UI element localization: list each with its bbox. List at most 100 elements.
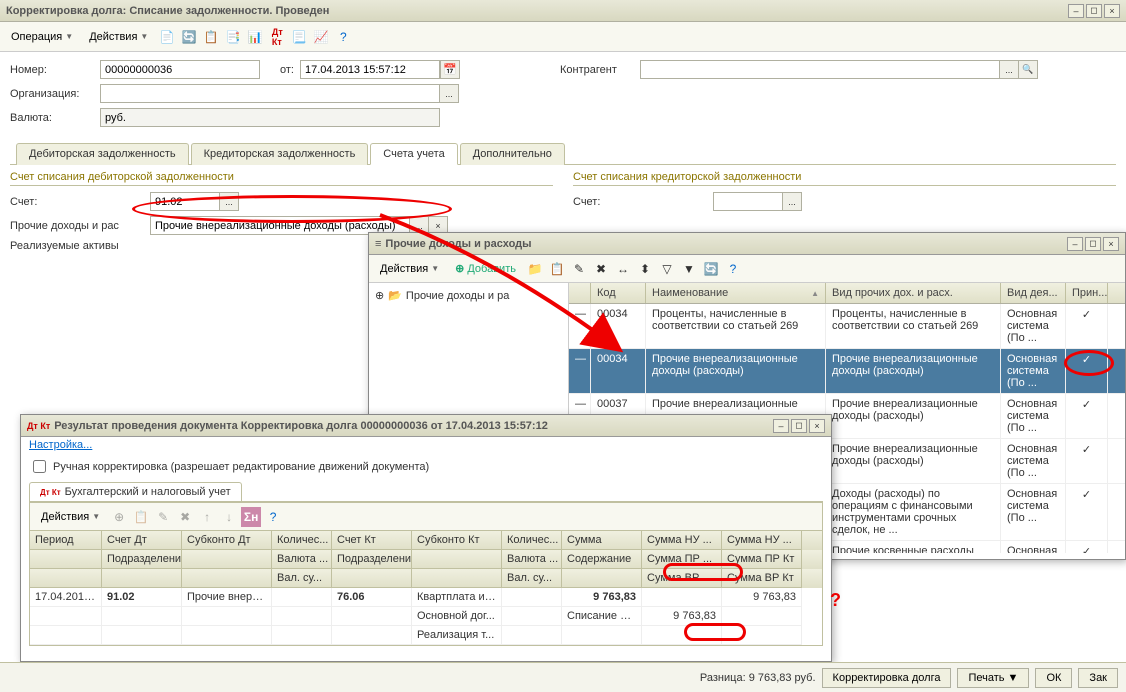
ref-actions-menu[interactable]: Действия▼ xyxy=(373,259,446,279)
debt-adj-button[interactable]: Корректировка долга xyxy=(822,668,952,688)
date-input[interactable] xyxy=(300,60,440,79)
ref-edit-icon[interactable]: ✎ xyxy=(569,259,589,279)
actions-menu[interactable]: Действия▼ xyxy=(82,27,155,47)
mvh-deptkt[interactable]: Подразделение Кт xyxy=(332,550,412,569)
mvh-valsum[interactable]: Вал. су... xyxy=(272,569,332,588)
refresh-icon[interactable]: 🔄 xyxy=(179,27,199,47)
debit-account-select[interactable]: ... xyxy=(219,192,239,211)
mvh-sumvr[interactable]: Сумма ВР ... xyxy=(642,569,722,588)
debit-account-input[interactable] xyxy=(150,192,220,211)
close-button[interactable]: × xyxy=(1104,4,1120,18)
mvh-qty2[interactable]: Количес... xyxy=(502,531,562,550)
res-close[interactable]: × xyxy=(809,419,825,433)
ref-row[interactable]: —00034Проценты, начисленные в соответств… xyxy=(569,304,1125,349)
operation-menu[interactable]: Операция▼ xyxy=(4,27,80,47)
counterparty-search[interactable]: 🔍 xyxy=(1018,60,1038,79)
ref-toolbar: Действия▼ ⊕ Добавить 📁 📋 ✎ ✖ ↔ ⬍ ▽ ▼ 🔄 ? xyxy=(369,255,1125,283)
counterparty-input[interactable] xyxy=(640,60,1000,79)
res-up-icon[interactable]: ↑ xyxy=(197,507,217,527)
number-input[interactable] xyxy=(100,60,260,79)
res-add-icon[interactable]: ⊕ xyxy=(109,507,129,527)
ref-close[interactable]: × xyxy=(1103,237,1119,251)
res-help-icon[interactable]: ? xyxy=(263,507,283,527)
ref-filter-icon[interactable]: ▽ xyxy=(657,259,677,279)
basis-icon[interactable]: 📊 xyxy=(245,27,265,47)
tab-additional[interactable]: Дополнительно xyxy=(460,143,565,165)
res-edit-icon[interactable]: ✎ xyxy=(153,507,173,527)
mvh-sumpr[interactable]: Сумма ПР ... xyxy=(642,550,722,569)
mvh-acckt[interactable]: Счет Кт xyxy=(332,531,412,550)
tab-credit[interactable]: Кредиторская задолженность xyxy=(191,143,369,165)
ref-add-button[interactable]: ⊕ Добавить xyxy=(448,258,523,279)
expand-icon[interactable]: ⊕ xyxy=(375,289,384,302)
mvh-deptdt[interactable]: Подразделение Дт xyxy=(102,550,182,569)
ref-folder-add-icon[interactable]: 📁 xyxy=(525,259,545,279)
help-icon[interactable]: ? xyxy=(333,27,353,47)
gh-code[interactable]: Код xyxy=(591,283,646,303)
settings-link[interactable]: Настройка... xyxy=(29,439,92,451)
save-icon[interactable]: 📄 xyxy=(157,27,177,47)
ref-help-icon[interactable]: ? xyxy=(723,259,743,279)
movement-row[interactable]: 17.04.2013 15:57:12 91.02 Прочие внере..… xyxy=(30,588,822,607)
res-max[interactable]: ◻ xyxy=(791,419,807,433)
res-down-icon[interactable]: ↓ xyxy=(219,507,239,527)
ref-refresh-icon[interactable]: 🔄 xyxy=(701,259,721,279)
res-tab-accounting[interactable]: Дт КтБухгалтерский и налоговый учет xyxy=(29,482,242,501)
main-toolbar: Операция▼ Действия▼ 📄 🔄 📋 📑 📊 ДтКт 📃 📈 ? xyxy=(0,22,1126,52)
gh-name[interactable]: Наименование▲ xyxy=(646,283,826,303)
credit-account-select[interactable]: ... xyxy=(782,192,802,211)
manual-correction-checkbox[interactable] xyxy=(33,460,46,473)
movement-row[interactable]: Реализация т... xyxy=(30,626,822,645)
ref-move-icon[interactable]: ↔ xyxy=(613,259,633,279)
res-sum-icon[interactable]: Σн xyxy=(241,507,261,527)
mvh-sumnu[interactable]: Сумма НУ ... xyxy=(642,531,722,550)
tab-accounts[interactable]: Счета учета xyxy=(370,143,457,165)
counterparty-select[interactable]: ... xyxy=(999,60,1019,79)
ref-minimize[interactable]: – xyxy=(1067,237,1083,251)
print-button[interactable]: Печать ▼ xyxy=(957,668,1029,688)
maximize-button[interactable]: ◻ xyxy=(1086,4,1102,18)
mvh-sumvrkt[interactable]: Сумма ВР Кт xyxy=(722,569,802,588)
mvh-subdt[interactable]: Субконто Дт xyxy=(182,531,272,550)
mvh-sumprkt[interactable]: Сумма ПР Кт xyxy=(722,550,802,569)
ref-copy-icon[interactable]: 📋 xyxy=(547,259,567,279)
mvh-content[interactable]: Содержание xyxy=(562,550,642,569)
mvh-cur2[interactable]: Валюта ... xyxy=(502,550,562,569)
mvh-sumnu2[interactable]: Сумма НУ ... xyxy=(722,531,802,550)
res-del-icon[interactable]: ✖ xyxy=(175,507,195,527)
org-select[interactable]: ... xyxy=(439,84,459,103)
mvh-qty[interactable]: Количес... xyxy=(272,531,332,550)
calendar-button[interactable]: 📅 xyxy=(440,60,460,79)
copy-icon[interactable]: 📑 xyxy=(223,27,243,47)
post-icon[interactable]: 📋 xyxy=(201,27,221,47)
ref-row[interactable]: —00034Прочие внереализационные доходы (р… xyxy=(569,349,1125,394)
mvh-cur[interactable]: Валюта ... xyxy=(272,550,332,569)
mvh-period[interactable]: Период xyxy=(30,531,102,550)
gh-accept[interactable]: Прин... xyxy=(1066,283,1108,303)
ref-filter2-icon[interactable]: ▼ xyxy=(679,259,699,279)
mvh-accdt[interactable]: Счет Дт xyxy=(102,531,182,550)
minimize-button[interactable]: – xyxy=(1068,4,1084,18)
dtkt-icon[interactable]: ДтКт xyxy=(267,27,287,47)
ref-maximize[interactable]: ◻ xyxy=(1085,237,1101,251)
gh-activity[interactable]: Вид дея... xyxy=(1001,283,1066,303)
struct-icon[interactable]: 📃 xyxy=(289,27,309,47)
report-icon[interactable]: 📈 xyxy=(311,27,331,47)
mvh-valsum2[interactable]: Вал. су... xyxy=(502,569,562,588)
close-footer-button[interactable]: Зак xyxy=(1078,668,1118,688)
mvh-subkt[interactable]: Субконто Кт xyxy=(412,531,502,550)
res-min[interactable]: – xyxy=(773,419,789,433)
res-actions[interactable]: Действия▼ xyxy=(34,507,107,527)
res-copy-icon[interactable]: 📋 xyxy=(131,507,151,527)
credit-account-input[interactable] xyxy=(713,192,783,211)
ok-button[interactable]: ОК xyxy=(1035,668,1072,688)
org-input[interactable] xyxy=(100,84,440,103)
movement-row[interactable]: Основной дог... Списание задолженности 9… xyxy=(30,607,822,626)
gh-type[interactable]: Вид прочих дох. и расх. xyxy=(826,283,1001,303)
ref-hierarchy-icon[interactable]: ⬍ xyxy=(635,259,655,279)
gh-marker[interactable] xyxy=(569,283,591,303)
tree-root[interactable]: ⊕ 📂 Прочие доходы и ра xyxy=(373,287,564,304)
tab-debit[interactable]: Дебиторская задолженность xyxy=(16,143,189,165)
mvh-sum[interactable]: Сумма xyxy=(562,531,642,550)
ref-delete-icon[interactable]: ✖ xyxy=(591,259,611,279)
